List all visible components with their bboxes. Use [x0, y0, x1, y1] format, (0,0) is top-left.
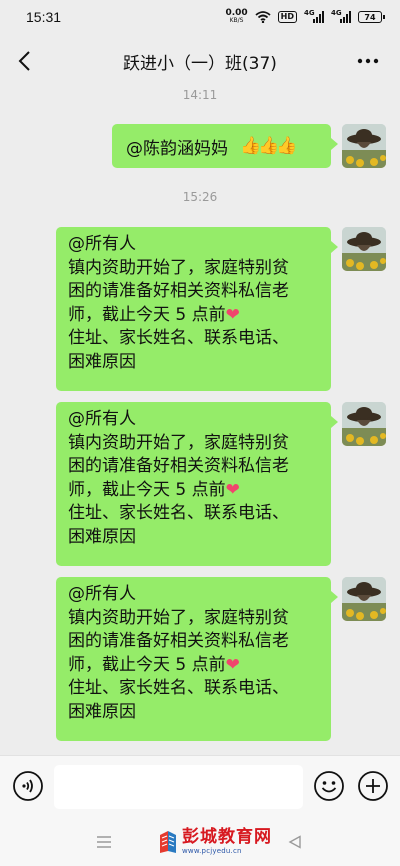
message-line: 师，截止今天 5 点前: [68, 304, 226, 325]
emoji-icon[interactable]: [313, 770, 345, 802]
message-line: @所有人: [68, 409, 136, 429]
avatar[interactable]: [342, 577, 386, 621]
message-line: 困难原因: [68, 526, 136, 547]
wifi-icon: [255, 11, 271, 23]
signal-icon-2: 4G: [331, 9, 351, 23]
battery-icon: 74: [358, 11, 385, 23]
chat-bubble[interactable]: @陈韵涵妈妈 👍👍👍: [112, 124, 338, 168]
chat-header: 跃进小（一）班(37): [0, 38, 400, 84]
signal-tag-2: 4G: [331, 9, 342, 17]
message-line: 师，截止今天 5 点前: [68, 654, 226, 675]
thumbs-up-icon: 👍👍👍: [240, 136, 297, 156]
avatar[interactable]: [342, 227, 386, 271]
message-line: 困难原因: [68, 701, 136, 722]
system-back-icon[interactable]: [288, 834, 302, 849]
message-line: 住址、家长姓名、联系电话、: [68, 503, 289, 523]
chat-bubble[interactable]: @所有人 镇内资助开始了，家庭特别贫 困的请准备好相关资料私信老 师，截止今天 …: [56, 577, 338, 741]
heart-icon: ❤: [225, 654, 240, 675]
message-line: 住址、家长姓名、联系电话、: [68, 328, 289, 348]
avatar[interactable]: [342, 402, 386, 446]
message-line: 镇内资助开始了，家庭特别贫: [68, 432, 289, 453]
message-line: 镇内资助开始了，家庭特别贫: [68, 257, 289, 278]
signal-icon: 4G: [304, 9, 324, 23]
avatar[interactable]: [342, 124, 386, 168]
menu-icon[interactable]: [96, 834, 112, 848]
system-nav-bar: 彭城教育网 www.pcjyedu.cn: [0, 817, 400, 866]
voice-icon[interactable]: [12, 770, 44, 802]
heart-icon: ❤: [225, 479, 240, 500]
watermark-url: www.pcjyedu.cn: [182, 847, 242, 855]
status-bar: 15:31 0.00 KB/S HD 4G 4G 74: [0, 0, 400, 34]
message-line: 困难原因: [68, 351, 136, 372]
plus-icon[interactable]: [357, 770, 389, 802]
message-timestamp: 14:11: [182, 88, 218, 102]
message-line: 镇内资助开始了，家庭特别贫: [68, 607, 289, 628]
hd-icon: HD: [277, 11, 297, 23]
watermark-book-icon: [160, 831, 176, 853]
chat-bubble[interactable]: @所有人 镇内资助开始了，家庭特别贫 困的请准备好相关资料私信老 师，截止今天 …: [56, 227, 338, 391]
message-line: 住址、家长姓名、联系电话、: [68, 678, 289, 698]
message-input[interactable]: [54, 765, 303, 809]
message-line: 师，截止今天 5 点前: [68, 479, 226, 500]
mention-text: @陈韵涵妈妈: [126, 138, 228, 159]
back-chevron-icon[interactable]: [12, 48, 36, 74]
chat-title: 跃进小（一）班(37): [123, 53, 277, 74]
watermark-logo: 彭城教育网 www.pcjyedu.cn: [158, 822, 276, 862]
message-line: @所有人: [68, 234, 136, 254]
signal-tag: 4G: [304, 9, 315, 17]
message-line: 困的请准备好相关资料私信老: [68, 281, 289, 301]
watermark-title: 彭城教育网: [182, 827, 272, 847]
chat-bubble[interactable]: @所有人 镇内资助开始了，家庭特别贫 困的请准备好相关资料私信老 师，截止今天 …: [56, 402, 338, 566]
network-speed-value: 0.00: [225, 8, 248, 18]
heart-icon: ❤: [225, 304, 240, 325]
input-bar: [0, 755, 400, 817]
message-timestamp: 15:26: [182, 190, 218, 204]
message-line: 困的请准备好相关资料私信老: [68, 456, 289, 476]
message-line: 困的请准备好相关资料私信老: [68, 631, 289, 651]
more-dots-icon[interactable]: [356, 50, 380, 72]
network-speed: 0.00 KB/S: [225, 9, 247, 25]
status-time: 15:31: [26, 9, 62, 25]
network-speed-unit: KB/S: [229, 17, 244, 24]
status-icons: 0.00 KB/S HD 4G 4G 74: [225, 9, 385, 25]
message-line: @所有人: [68, 584, 136, 604]
